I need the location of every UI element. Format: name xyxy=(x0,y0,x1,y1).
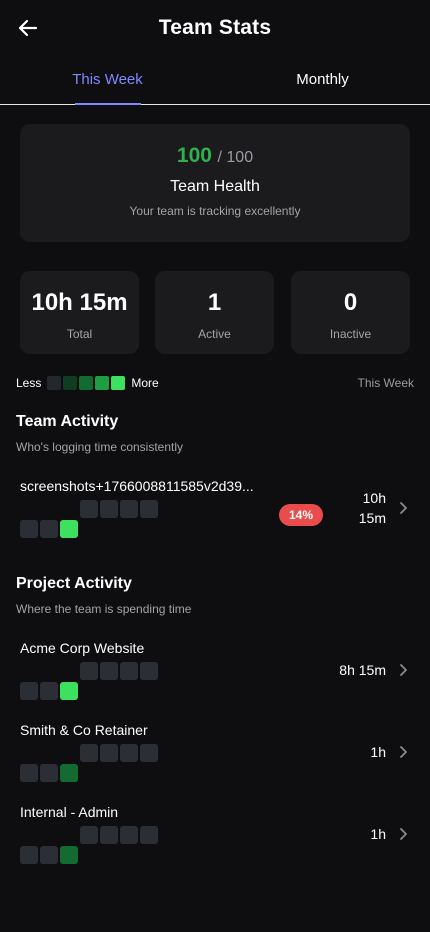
team-member-row[interactable]: screenshots+1766008811585v2d39... 14% 10… xyxy=(20,478,412,542)
tab-bar: This Week Monthly xyxy=(0,58,430,105)
stat-active-label: Active xyxy=(198,327,231,341)
heatmap-cell xyxy=(120,500,138,518)
heatmap-cell xyxy=(20,520,38,538)
legend-swatch xyxy=(111,376,126,390)
legend-period-label: This Week xyxy=(357,376,414,390)
stat-total-label: Total xyxy=(66,327,93,341)
project-time: 1h xyxy=(370,826,386,842)
team-activity-title: Team Activity xyxy=(16,413,119,430)
percentage-badge: 14% xyxy=(279,504,323,526)
heatmap-cell xyxy=(40,520,58,538)
heatmap-cell xyxy=(60,846,78,864)
chevron-right-icon xyxy=(400,502,407,514)
chevron-right-icon xyxy=(400,664,407,676)
tab-monthly[interactable]: Monthly xyxy=(215,58,430,104)
heatmap-cell xyxy=(100,744,118,762)
health-score-value: 100 xyxy=(176,144,212,167)
heatmap-cell xyxy=(60,764,78,782)
heatmap-cell xyxy=(80,500,98,518)
chevron-right-icon xyxy=(400,746,407,758)
project-row[interactable]: Acme Corp Website 8h 15m xyxy=(20,640,412,704)
project-time: 8h 15m xyxy=(339,662,386,678)
stat-total-value: 10h 15m xyxy=(31,289,128,316)
project-row[interactable]: Internal - Admin 1h xyxy=(20,804,412,868)
heatmap-cell xyxy=(20,846,38,864)
heatmap-cell xyxy=(140,500,158,518)
member-name: screenshots+1766008811585v2d39... xyxy=(20,478,254,494)
team-health-card: 100 / 100 Team Health Your team is track… xyxy=(20,124,410,242)
heatmap-cell xyxy=(140,744,158,762)
tab-this-week[interactable]: This Week xyxy=(0,58,215,105)
heatmap-cell xyxy=(140,826,158,844)
heatmap-cell xyxy=(40,764,58,782)
heatmap-legend: Less More This Week xyxy=(16,375,414,391)
stat-inactive-card: 0 Inactive xyxy=(291,271,410,354)
heatmap-cell xyxy=(80,826,98,844)
activity-heatmap xyxy=(20,826,160,866)
header: Team Stats xyxy=(0,0,430,58)
stat-active-card: 1 Active xyxy=(155,271,274,354)
legend-swatch xyxy=(79,376,94,390)
project-name: Acme Corp Website xyxy=(20,640,145,656)
heatmap-cell xyxy=(20,764,38,782)
member-time-minutes: 15m xyxy=(358,510,386,526)
project-name: Smith & Co Retainer xyxy=(20,722,148,738)
team-stats-screen: Team Stats This Week Monthly 100 / 100 T… xyxy=(0,0,430,932)
heatmap-cell xyxy=(20,682,38,700)
heatmap-cell xyxy=(120,662,138,680)
legend-swatch xyxy=(95,376,110,390)
legend-swatch xyxy=(63,376,78,390)
page-title: Team Stats xyxy=(158,16,272,39)
stat-row: 10h 15m Total 1 Active 0 Inactive xyxy=(20,271,410,354)
activity-heatmap xyxy=(20,500,160,540)
activity-heatmap xyxy=(20,662,160,702)
heatmap-cell xyxy=(120,826,138,844)
legend-less-label: Less xyxy=(16,376,42,390)
project-name: Internal - Admin xyxy=(20,804,119,820)
health-title: Team Health xyxy=(170,178,260,195)
health-subtitle: Your team is tracking excellently xyxy=(129,204,301,218)
chevron-right-icon xyxy=(400,828,407,840)
heatmap-cell xyxy=(100,500,118,518)
heatmap-cell xyxy=(100,826,118,844)
heatmap-cell xyxy=(40,846,58,864)
heatmap-cell xyxy=(100,662,118,680)
project-activity-title: Project Activity xyxy=(16,575,132,592)
heatmap-cell xyxy=(140,662,158,680)
project-row[interactable]: Smith & Co Retainer 1h xyxy=(20,722,412,786)
project-activity-subtitle: Where the team is spending time xyxy=(16,602,192,616)
activity-heatmap xyxy=(20,744,160,784)
heatmap-cell xyxy=(80,744,98,762)
legend-more-label: More xyxy=(131,376,159,390)
heatmap-cell xyxy=(80,662,98,680)
legend-swatch xyxy=(47,376,62,390)
heatmap-cell xyxy=(60,520,78,538)
member-time: 10h 15m xyxy=(359,488,386,528)
heatmap-cell xyxy=(60,682,78,700)
team-activity-subtitle: Who's logging time consistently xyxy=(16,440,184,454)
member-time-hours: 10h xyxy=(362,490,386,506)
project-time: 1h xyxy=(370,744,386,760)
stat-inactive-value: 0 xyxy=(343,289,358,316)
stat-total-card: 10h 15m Total xyxy=(20,271,139,354)
stat-active-value: 1 xyxy=(207,289,222,316)
health-score-max: / 100 xyxy=(217,149,254,166)
heatmap-cell xyxy=(40,682,58,700)
health-score: 100 / 100 xyxy=(20,144,410,168)
stat-inactive-label: Inactive xyxy=(329,327,372,341)
heatmap-cell xyxy=(120,744,138,762)
